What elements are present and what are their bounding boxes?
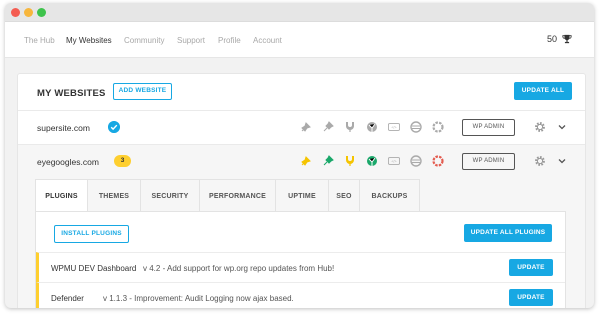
shield-badge-icon[interactable] [344,155,356,167]
snapshot-icon[interactable] [432,121,444,133]
code-icon[interactable]: </> [388,121,400,133]
gear-icon[interactable] [534,155,546,167]
reputation-points[interactable]: 50 [547,34,572,44]
shield-badge-icon[interactable] [344,121,356,133]
tab-performance[interactable]: PERFORMANCE [200,179,276,212]
websites-card: MY WEBSITES ADD WEBSITE UPDATE ALL super… [17,73,586,308]
globe-leaf-icon[interactable] [366,155,378,167]
svg-text:</>: </> [392,126,397,130]
defender-icon[interactable] [300,121,312,133]
websites-header: MY WEBSITES ADD WEBSITE UPDATE ALL [18,74,585,111]
update-all-plugins-button[interactable]: UPDATE ALL PLUGINS [464,224,552,242]
nav-community[interactable]: Community [124,36,164,45]
site-detail-panel: PLUGINS THEMES SECURITY PERFORMANCE UPTI… [18,179,585,308]
backup-icon[interactable] [410,155,422,167]
plugin-name: WPMU DEV Dashboard [51,264,137,273]
plugin-row: WPMU DEV Dashboard v 4.2 - Add support f… [36,252,565,282]
chevron-down-icon[interactable] [558,123,566,131]
add-website-button[interactable]: ADD WEBSITE [113,83,172,100]
tab-plugins[interactable]: PLUGINS [35,179,88,212]
top-navigation: The Hub My Websites Community Support Pr… [5,22,594,58]
browser-window: The Hub My Websites Community Support Pr… [5,3,594,308]
wp-admin-button[interactable]: WP ADMIN [462,153,515,170]
verified-check-icon [108,121,120,133]
backup-icon[interactable] [410,121,422,133]
update-all-button[interactable]: UPDATE ALL [514,82,572,100]
snapshot-icon[interactable] [432,155,444,167]
pin-icon[interactable] [322,121,334,133]
websites-title: MY WEBSITES [37,88,106,99]
trophy-icon [562,34,572,44]
plugin-row: Defender v 1.1.3 - Improvement: Audit Lo… [36,282,565,308]
install-plugins-button[interactable]: INSTALL PLUGINS [54,225,129,243]
pin-icon[interactable] [322,155,334,167]
tab-uptime[interactable]: UPTIME [276,179,329,212]
window-titlebar [5,3,594,22]
close-window-button[interactable] [11,8,20,17]
site-name[interactable]: eyegoogles.com [37,157,99,167]
globe-leaf-icon[interactable] [366,121,378,133]
plugin-description: v 1.1.3 - Improvement: Audit Logging now… [103,294,294,303]
svg-text:</>: </> [392,160,397,164]
site-row-supersite[interactable]: supersite.com </> WP ADMIN [18,111,585,145]
tab-seo[interactable]: SEO [329,179,360,212]
plugin-description: v 4.2 - Add support for wp.org repo upda… [143,264,335,273]
nav-profile[interactable]: Profile [218,36,241,45]
gear-icon[interactable] [534,121,546,133]
nav-account[interactable]: Account [253,36,282,45]
code-icon[interactable]: </> [388,155,400,167]
site-row-eyegoogles[interactable]: eyegoogles.com 3 </> WP ADMIN [18,145,585,179]
nav-support[interactable]: Support [177,36,205,45]
points-count: 50 [546,34,557,44]
minimize-window-button[interactable] [24,8,33,17]
update-plugin-button[interactable]: UPDATE [509,259,553,276]
update-count-badge: 3 [114,155,131,167]
plugins-tab-content: INSTALL PLUGINS UPDATE ALL PLUGINS WPMU … [35,211,566,308]
tab-themes[interactable]: THEMES [88,179,141,212]
site-name[interactable]: supersite.com [37,123,90,133]
nav-my-websites[interactable]: My Websites [66,36,112,45]
chevron-down-icon[interactable] [558,157,566,165]
tab-security[interactable]: SECURITY [141,179,200,212]
nav-the-hub[interactable]: The Hub [24,36,55,45]
update-plugin-button[interactable]: UPDATE [509,289,553,306]
plugin-name: Defender [51,294,84,303]
tab-backups[interactable]: BACKUPS [360,179,420,212]
site-tabs: PLUGINS THEMES SECURITY PERFORMANCE UPTI… [35,179,420,212]
maximize-window-button[interactable] [37,8,46,17]
wp-admin-button[interactable]: WP ADMIN [462,119,515,136]
defender-icon[interactable] [300,155,312,167]
